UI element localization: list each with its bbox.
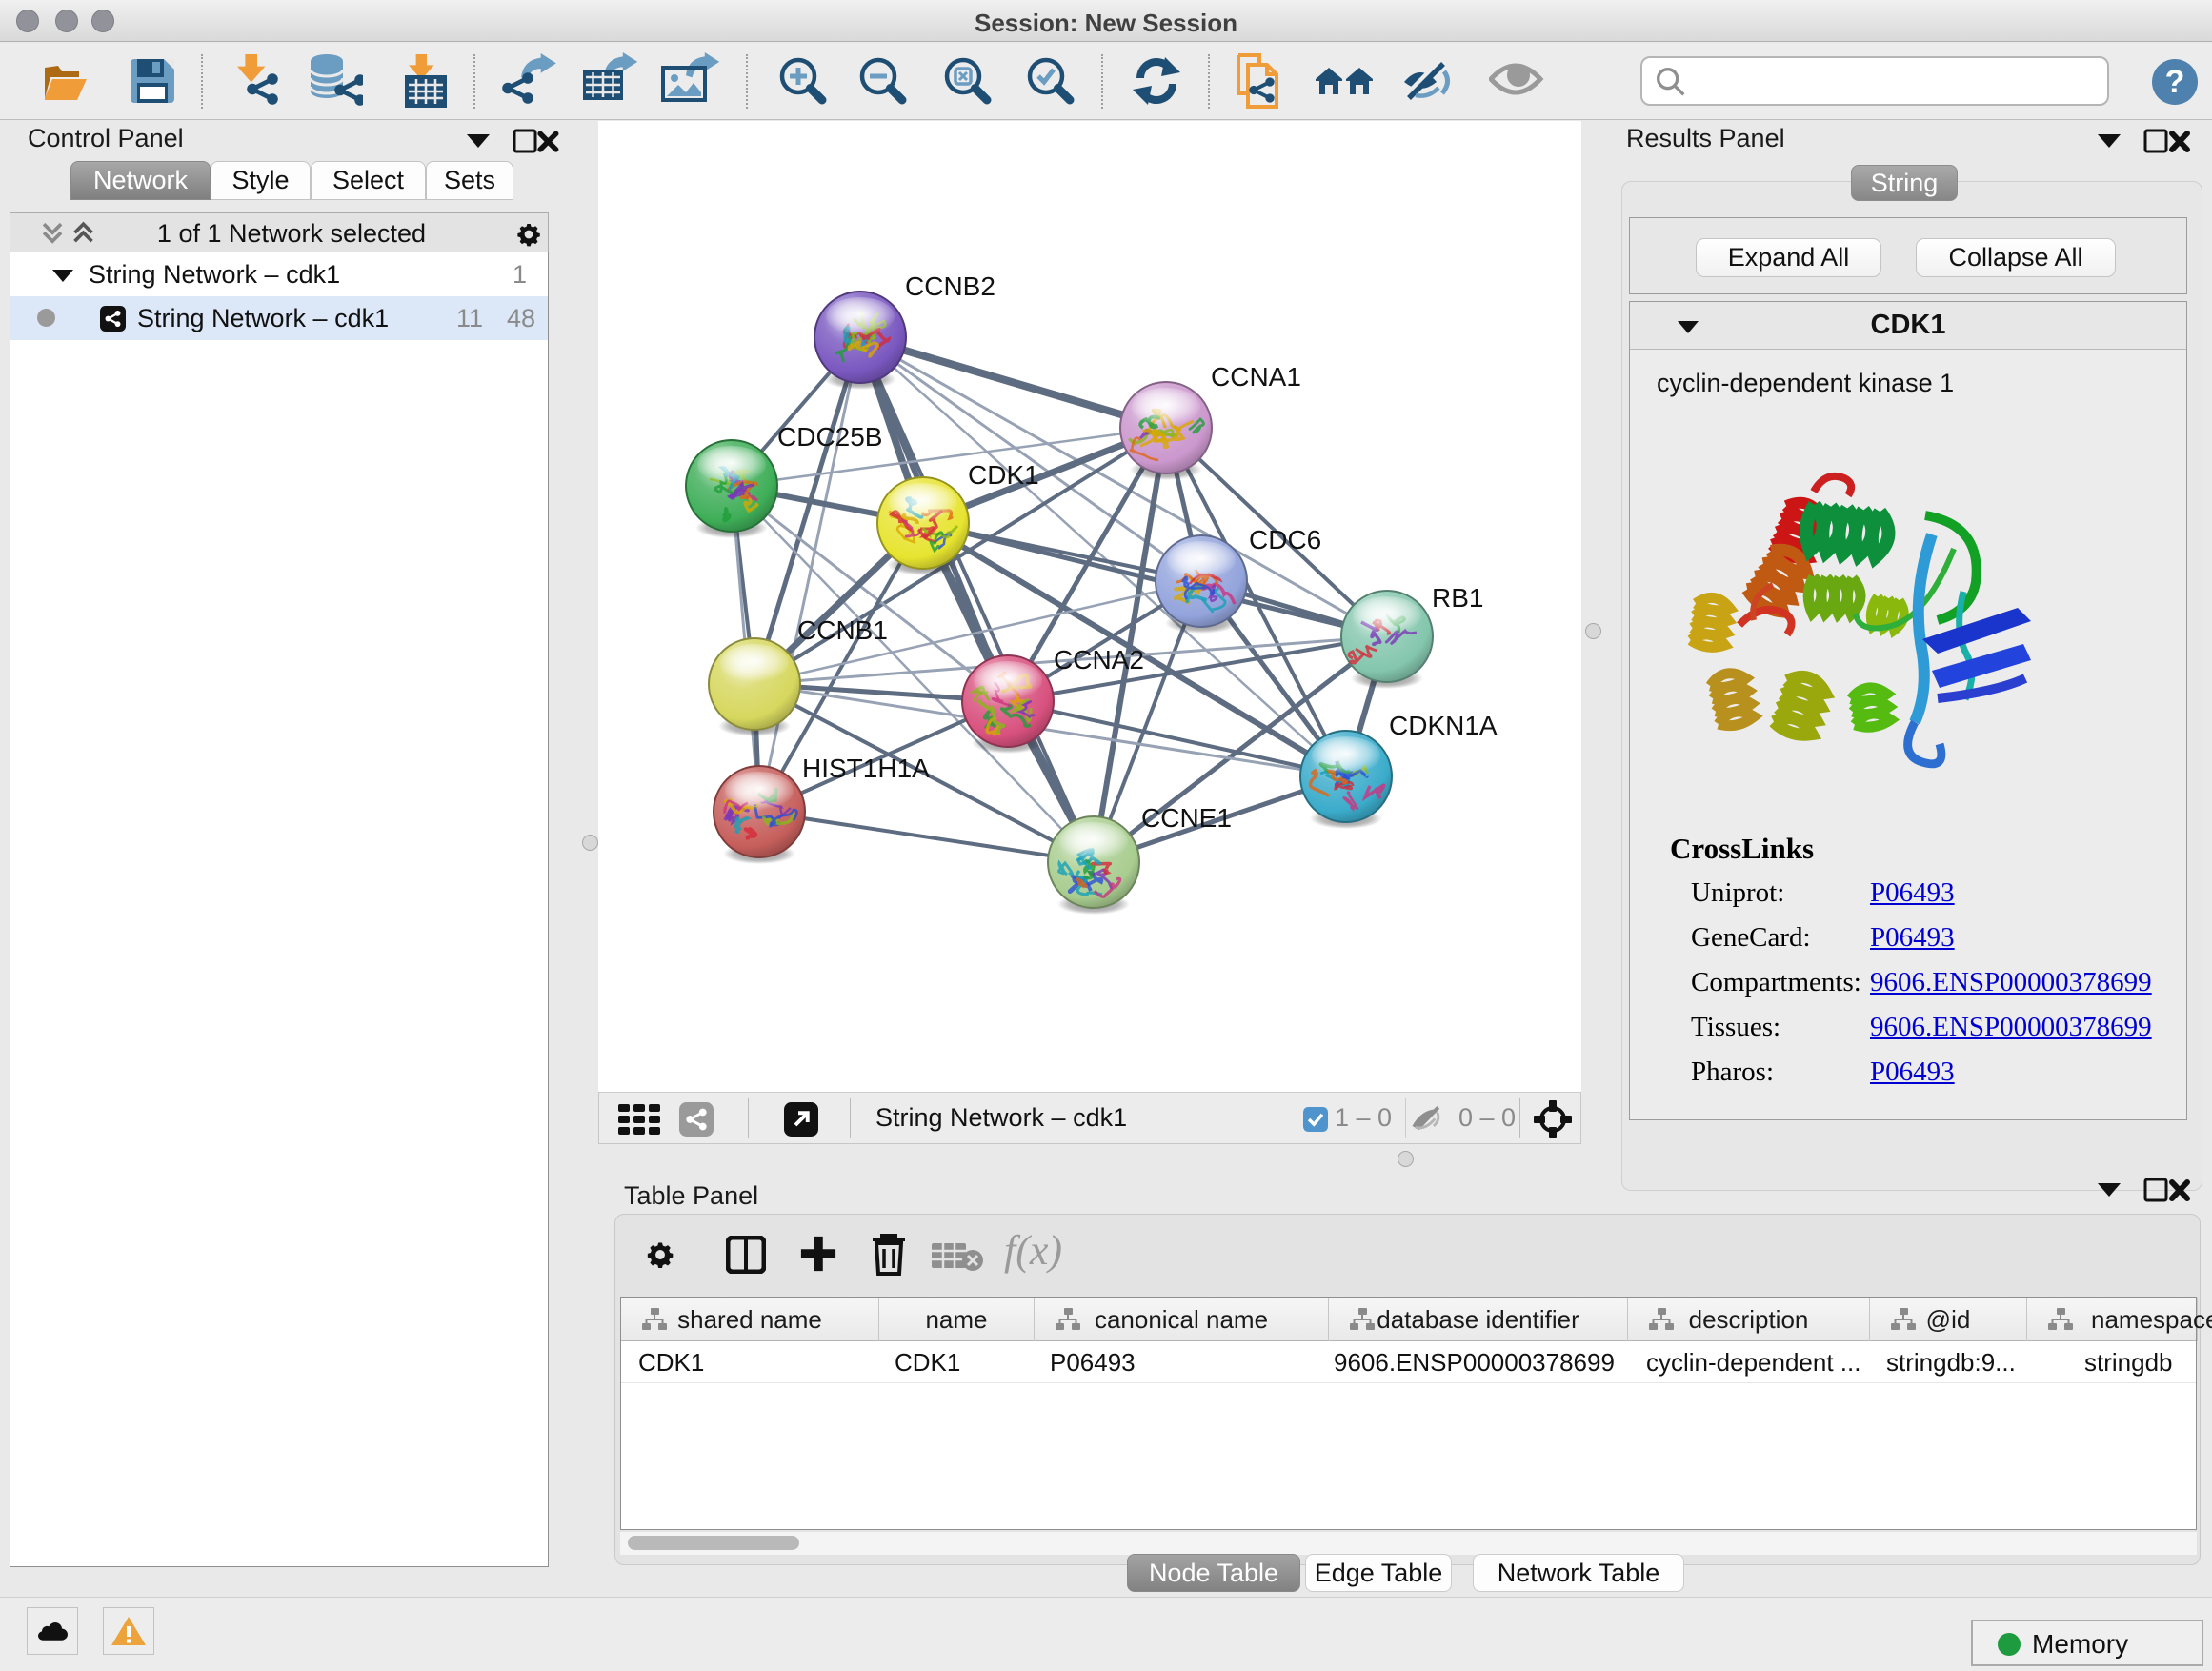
svg-text:CDKN1A: CDKN1A: [1389, 711, 1498, 740]
svg-text:CCNB2: CCNB2: [905, 272, 995, 301]
svg-text:CDC6: CDC6: [1249, 525, 1321, 554]
svg-text:CDK1: CDK1: [968, 460, 1039, 490]
svg-text:CCNB1: CCNB1: [797, 615, 888, 645]
svg-text:CCNA2: CCNA2: [1054, 645, 1144, 674]
svg-text:CDC25B: CDC25B: [777, 422, 882, 452]
svg-text:RB1: RB1: [1432, 583, 1483, 613]
svg-text:CCNE1: CCNE1: [1141, 803, 1232, 833]
svg-text:HIST1H1A: HIST1H1A: [802, 754, 930, 783]
svg-text:CCNA1: CCNA1: [1211, 362, 1301, 392]
svg-text:?: ?: [2165, 64, 2185, 100]
